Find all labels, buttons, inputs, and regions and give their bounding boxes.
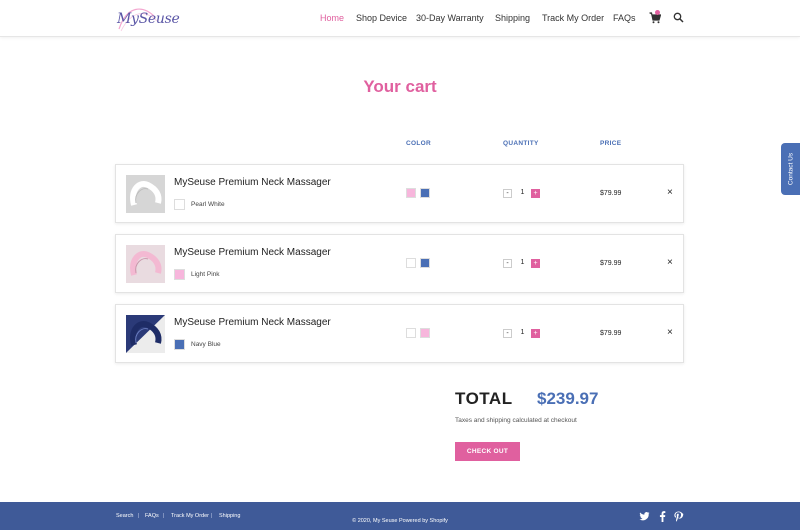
cart-row: MySeuse Premium Neck Massager Pearl Whit…: [115, 164, 684, 223]
cart-count-badge: [655, 10, 660, 15]
color-option-pink[interactable]: [406, 188, 416, 198]
color-option-white[interactable]: [406, 258, 416, 268]
color-option-white[interactable]: [406, 328, 416, 338]
item-price: $79.99: [600, 260, 622, 267]
quantity-increase-button[interactable]: +: [531, 329, 540, 338]
quantity-value[interactable]: 1: [516, 189, 529, 196]
color-option-pink[interactable]: [420, 328, 430, 338]
variant-label: Navy Blue: [191, 341, 221, 348]
quantity-increase-button[interactable]: +: [531, 189, 540, 198]
quantity-value[interactable]: 1: [516, 329, 529, 336]
product-image: [126, 175, 165, 213]
nav-warranty[interactable]: 30-Day Warranty: [416, 13, 484, 23]
quantity-value[interactable]: 1: [516, 259, 529, 266]
variant-swatch: [174, 199, 185, 210]
item-price: $79.99: [600, 190, 622, 197]
site-header: MySeuse Home Shop Device 30-Day Warranty…: [0, 0, 800, 37]
contact-us-tab[interactable]: Contact Us: [781, 143, 800, 195]
nav-faqs[interactable]: FAQs: [613, 13, 636, 23]
variant-label: Pearl White: [191, 201, 225, 208]
product-name[interactable]: MySeuse Premium Neck Massager: [174, 247, 331, 258]
column-header-color: COLOR: [406, 140, 431, 147]
pinterest-icon[interactable]: [673, 511, 684, 522]
quantity-increase-button[interactable]: +: [531, 259, 540, 268]
remove-item-button[interactable]: ×: [667, 327, 673, 338]
nav-shop-device[interactable]: Shop Device: [356, 13, 407, 23]
cart-row: MySeuse Premium Neck Massager Light Pink…: [115, 234, 684, 293]
quantity-decrease-button[interactable]: -: [503, 189, 512, 198]
product-name[interactable]: MySeuse Premium Neck Massager: [174, 317, 331, 328]
nav-shipping[interactable]: Shipping: [495, 13, 530, 23]
remove-item-button[interactable]: ×: [667, 187, 673, 198]
tax-note: Taxes and shipping calculated at checkou…: [455, 417, 577, 424]
product-image: [126, 245, 165, 283]
site-footer: Search | FAQs | Track My Order | Shippin…: [0, 502, 800, 530]
product-image: [126, 315, 165, 353]
column-header-quantity: QUANTITY: [503, 140, 539, 147]
color-option-blue[interactable]: [420, 258, 430, 268]
total-value: $239.97: [537, 389, 599, 408]
facebook-icon[interactable]: [657, 511, 668, 522]
cart-row: MySeuse Premium Neck Massager Navy Blue …: [115, 304, 684, 363]
nav-track-order[interactable]: Track My Order: [542, 13, 604, 23]
nav-home[interactable]: Home: [320, 13, 344, 23]
checkout-button[interactable]: CHECK OUT: [455, 442, 520, 461]
variant-label: Light Pink: [191, 271, 220, 278]
search-icon[interactable]: [673, 12, 684, 23]
variant-swatch: [174, 269, 185, 280]
twitter-icon[interactable]: [639, 511, 650, 522]
page-title: Your cart: [363, 77, 437, 96]
product-name[interactable]: MySeuse Premium Neck Massager: [174, 177, 331, 188]
remove-item-button[interactable]: ×: [667, 257, 673, 268]
contact-us-label: Contact Us: [787, 152, 794, 186]
variant-swatch: [174, 339, 185, 350]
quantity-decrease-button[interactable]: -: [503, 259, 512, 268]
quantity-decrease-button[interactable]: -: [503, 329, 512, 338]
logo-text: MySeuse: [117, 11, 180, 27]
item-price: $79.99: [600, 330, 622, 337]
column-header-price: PRICE: [600, 140, 622, 147]
color-option-blue[interactable]: [420, 188, 430, 198]
brand-logo[interactable]: MySeuse: [113, 3, 180, 33]
total-label: TOTAL: [455, 389, 513, 408]
